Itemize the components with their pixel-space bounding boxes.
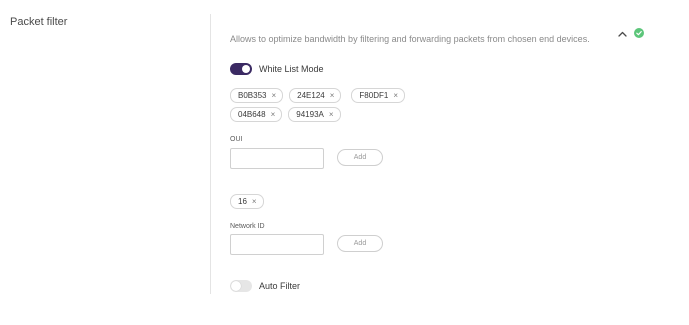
oui-chip: B0B353 × [230, 88, 284, 103]
chip-label: 16 [238, 197, 247, 206]
chip-label: 94193A [296, 110, 324, 119]
remove-chip-icon[interactable]: × [329, 110, 334, 119]
network-chip: 16 × [230, 194, 264, 209]
oui-chip-row: B0B353 × 24E124 × F80DF1 × [230, 88, 405, 103]
network-chip-row: 16 × [230, 194, 264, 209]
white-list-toggle[interactable] [230, 63, 252, 75]
oui-chip: 94193A × [288, 107, 341, 122]
section-title: Packet filter [10, 16, 68, 28]
section-divider [210, 14, 211, 294]
add-oui-button[interactable]: Add [337, 149, 383, 166]
check-circle-icon [634, 28, 644, 38]
auto-filter-toggle[interactable] [230, 280, 252, 292]
section-description: Allows to optimize bandwidth by filterin… [230, 34, 590, 44]
oui-chip: F80DF1 × [351, 88, 405, 103]
oui-label: OUI [230, 136, 243, 143]
remove-chip-icon[interactable]: × [271, 110, 276, 119]
remove-chip-icon[interactable]: × [393, 91, 398, 100]
white-list-label: White List Mode [259, 64, 324, 74]
chip-label: 04B648 [238, 110, 266, 119]
toggle-knob [231, 281, 241, 291]
oui-chip-row: 04B648 × 94193A × [230, 107, 341, 122]
remove-chip-icon[interactable]: × [330, 91, 335, 100]
chevron-up-icon [617, 31, 627, 37]
network-id-label: Network ID [230, 223, 265, 230]
remove-chip-icon[interactable]: × [252, 197, 257, 206]
add-network-id-button[interactable]: Add [337, 235, 383, 252]
toggle-knob [242, 65, 250, 73]
chip-label: B0B353 [238, 91, 267, 100]
auto-filter-label: Auto Filter [259, 281, 301, 291]
oui-chip: 04B648 × [230, 107, 283, 122]
chip-label: 24E124 [297, 91, 325, 100]
oui-chip: 24E124 × [289, 88, 342, 103]
remove-chip-icon[interactable]: × [271, 91, 276, 100]
network-id-input[interactable] [230, 234, 324, 255]
chip-label: F80DF1 [359, 91, 389, 100]
collapse-button[interactable] [615, 28, 629, 40]
oui-input[interactable] [230, 148, 324, 169]
